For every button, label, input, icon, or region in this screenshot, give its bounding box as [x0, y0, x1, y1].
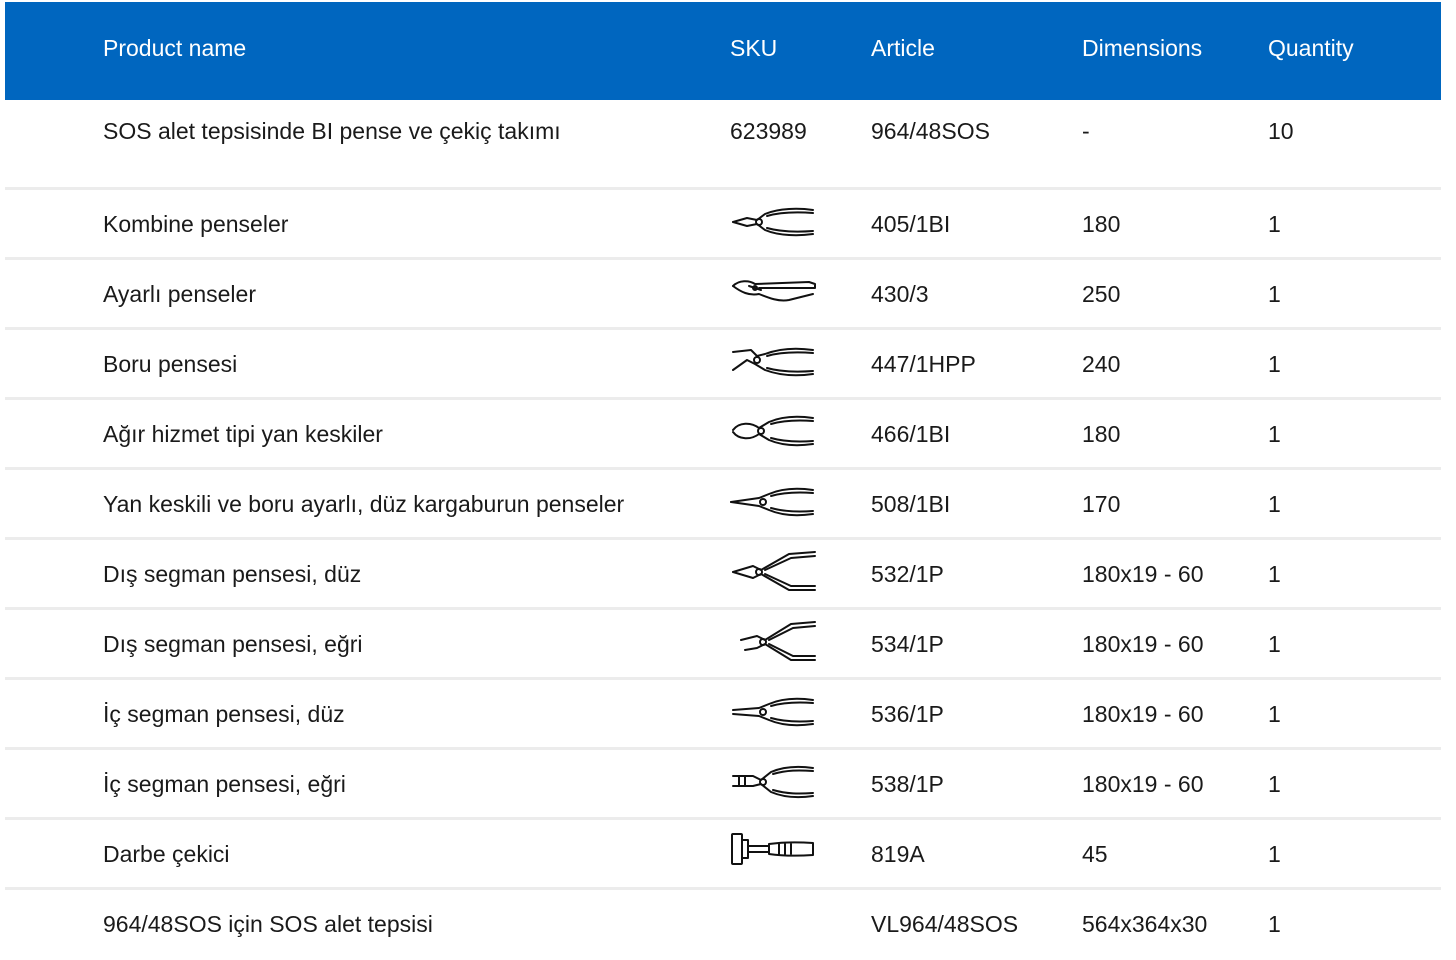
article-value: 508/1BI: [871, 491, 951, 517]
dimensions-value: -: [1082, 118, 1090, 144]
dimensions-value: 240: [1082, 351, 1121, 377]
header-sku[interactable]: SKU: [730, 33, 777, 63]
long-nose-pliers-icon: [729, 480, 817, 522]
article-value: 536/1P: [871, 701, 944, 727]
article-value: 430/3: [871, 281, 929, 307]
table-row[interactable]: Ağır hizmet tipi yan keskiler 466/1BI 18…: [5, 400, 1441, 470]
header-product-name[interactable]: Product name: [103, 33, 246, 63]
article-value: 964/48SOS: [871, 118, 990, 144]
table-row[interactable]: Boru pensesi 447/1HPP 240 1: [5, 330, 1441, 400]
table-header: Product name SKU Article Dimensions Quan…: [5, 2, 1441, 100]
article-value: 447/1HPP: [871, 351, 976, 377]
product-name: Ağır hizmet tipi yan keskiler: [103, 421, 383, 447]
quantity-value: 1: [1268, 911, 1281, 937]
article-value: 532/1P: [871, 561, 944, 587]
dimensions-value: 180x19 - 60: [1082, 701, 1204, 727]
product-table: Product name SKU Article Dimensions Quan…: [5, 2, 1441, 960]
product-name: 964/48SOS için SOS alet tepsisi: [103, 911, 433, 937]
circlip-pliers-bent-icon: [729, 620, 817, 662]
table-row[interactable]: İç segman pensesi, düz 536/1P 180x19 - 6…: [5, 680, 1441, 750]
product-name: Boru pensesi: [103, 351, 238, 377]
product-name: Kombine penseler: [103, 211, 289, 237]
table-row[interactable]: İç segman pensesi, eğri 538/1P 180x19 - …: [5, 750, 1441, 820]
article-value: 538/1P: [871, 771, 944, 797]
dimensions-value: 180x19 - 60: [1082, 561, 1204, 587]
table-row[interactable]: Dış segman pensesi, eğri 534/1P 180x19 -…: [5, 610, 1441, 680]
quantity-value: 1: [1268, 491, 1281, 517]
mallet-icon: [729, 830, 817, 872]
quantity-value: 1: [1268, 211, 1281, 237]
article-value: 819A: [871, 841, 925, 867]
pipe-pliers-icon: [729, 340, 817, 382]
combination-pliers-icon: [729, 200, 817, 242]
table-row[interactable]: 964/48SOS için SOS alet tepsisi VL964/48…: [5, 890, 1441, 960]
product-name: İç segman pensesi, düz: [103, 701, 345, 727]
product-name: SOS alet tepsisinde BI pense ve çekiç ta…: [103, 118, 561, 144]
dimensions-value: 180x19 - 60: [1082, 631, 1204, 657]
dimensions-value: 170: [1082, 491, 1121, 517]
quantity-value: 1: [1268, 841, 1281, 867]
dimensions-value: 180: [1082, 211, 1121, 237]
internal-circlip-pliers-bent-icon: [729, 760, 817, 802]
dimensions-value: 250: [1082, 281, 1121, 307]
article-value: 534/1P: [871, 631, 944, 657]
article-value: 466/1BI: [871, 421, 951, 447]
dimensions-value: 180x19 - 60: [1082, 771, 1204, 797]
sku-value: 623989: [730, 118, 807, 144]
quantity-value: 1: [1268, 421, 1281, 447]
table-row[interactable]: Dış segman pensesi, düz 532/1P 180x19 - …: [5, 540, 1441, 610]
product-name: Dış segman pensesi, düz: [103, 561, 362, 587]
quantity-value: 1: [1268, 351, 1281, 377]
header-quantity[interactable]: Quantity: [1268, 33, 1354, 63]
header-dimensions[interactable]: Dimensions: [1082, 33, 1202, 63]
locking-pliers-icon: [729, 270, 817, 312]
product-name: İç segman pensesi, eğri: [103, 771, 346, 797]
header-article[interactable]: Article: [871, 33, 935, 63]
table-row[interactable]: Kombine penseler 405/1BI 180 1: [5, 190, 1441, 260]
dimensions-value: 45: [1082, 841, 1108, 867]
internal-circlip-pliers-straight-icon: [729, 690, 817, 732]
table-row[interactable]: Darbe çekici 819A 45 1: [5, 820, 1441, 890]
table-row[interactable]: SOS alet tepsisinde BI pense ve çekiç ta…: [5, 100, 1441, 190]
product-name: Dış segman pensesi, eğri: [103, 631, 363, 657]
quantity-value: 1: [1268, 631, 1281, 657]
article-value: 405/1BI: [871, 211, 951, 237]
quantity-value: 1: [1268, 771, 1281, 797]
dimensions-value: 180: [1082, 421, 1121, 447]
product-name: Yan keskili ve boru ayarlı, düz kargabur…: [103, 491, 625, 517]
article-value: VL964/48SOS: [871, 911, 1019, 937]
product-name: Darbe çekici: [103, 841, 230, 867]
circlip-pliers-straight-icon: [729, 550, 817, 592]
side-cutters-icon: [729, 410, 817, 452]
table-row[interactable]: Yan keskili ve boru ayarlı, düz kargabur…: [5, 470, 1441, 540]
product-name: Ayarlı penseler: [103, 281, 256, 307]
quantity-value: 1: [1268, 281, 1281, 307]
quantity-value: 10: [1268, 118, 1294, 144]
quantity-value: 1: [1268, 561, 1281, 587]
dimensions-value: 564x364x30: [1082, 911, 1208, 937]
table-row[interactable]: Ayarlı penseler 430/3 250 1: [5, 260, 1441, 330]
quantity-value: 1: [1268, 701, 1281, 727]
